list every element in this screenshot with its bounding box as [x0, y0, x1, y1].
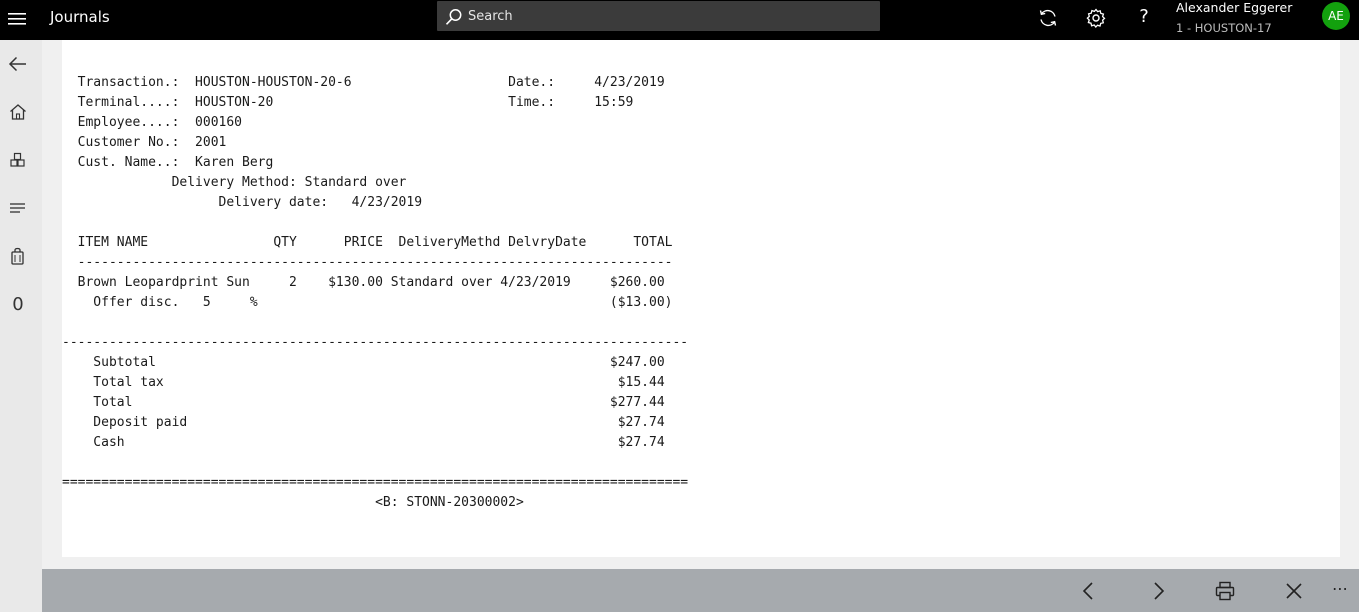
receipt-line: Total $277.44: [62, 395, 665, 410]
products-icon[interactable]: [8, 150, 28, 170]
receipt-line: Terminal....: HOUSTON-20 Time.: 15:59: [62, 95, 634, 110]
print-icon[interactable]: [1214, 580, 1236, 602]
previous-icon[interactable]: [1078, 580, 1100, 602]
receipt-line: <B: STONN-20300002>: [62, 495, 524, 510]
refresh-icon[interactable]: [1036, 6, 1060, 30]
back-arrow-icon[interactable]: [8, 54, 28, 74]
home-icon[interactable]: [8, 102, 28, 122]
top-bar: Journals ? Alexander Eggerer 1 - HOUSTON…: [0, 0, 1359, 40]
receipt-line: Total tax $15.44: [62, 375, 665, 390]
receipt-line: Transaction.: HOUSTON-HOUSTON-20-6 Date.…: [62, 75, 665, 90]
more-icon[interactable]: ⋯: [1332, 579, 1349, 598]
receipt-line: Subtotal $247.00: [62, 355, 665, 370]
receipt-line: Cash $27.74: [62, 435, 665, 450]
zero-icon[interactable]: 0: [8, 294, 28, 315]
avatar[interactable]: AE: [1322, 2, 1350, 30]
left-nav-rail: 0: [0, 40, 42, 612]
gear-icon[interactable]: [1084, 6, 1108, 30]
receipt-line: Cust. Name..: Karen Berg: [62, 155, 274, 170]
receipt-line: ========================================…: [62, 475, 689, 490]
receipt-line: Delivery Method: Standard over: [62, 175, 407, 190]
receipt-line: Offer disc. 5 % ($13.00): [62, 295, 673, 310]
receipt-line: Employee....: 000160: [62, 115, 243, 130]
receipt-line: [62, 313, 688, 333]
receipt-line: ----------------------------------------…: [62, 255, 673, 270]
next-icon[interactable]: [1147, 580, 1169, 602]
receipt-line: ----------------------------------------…: [62, 335, 689, 350]
help-icon[interactable]: ?: [1132, 6, 1156, 30]
user-store: 1 - HOUSTON-17: [1176, 21, 1272, 35]
close-icon[interactable]: [1283, 580, 1305, 602]
receipt-line: Delivery date: 4/23/2019: [62, 195, 423, 210]
receipt-line: Deposit paid $27.74: [62, 415, 665, 430]
search-input[interactable]: [468, 9, 848, 24]
hamburger-icon[interactable]: [8, 8, 28, 32]
receipt-line: [62, 213, 688, 233]
receipt-view: Transaction.: HOUSTON-HOUSTON-20-6 Date.…: [62, 40, 1340, 557]
bag-icon[interactable]: [8, 246, 28, 266]
search-box[interactable]: [437, 1, 880, 31]
app-title: Journals: [50, 8, 110, 26]
receipt-text: Transaction.: HOUSTON-HOUSTON-20-6 Date.…: [62, 73, 688, 513]
receipt-line: ITEM NAME QTY PRICE DeliveryMethd Delvry…: [62, 235, 673, 250]
receipt-line: [62, 453, 688, 473]
receipt-line: Customer No.: 2001: [62, 135, 227, 150]
user-name: Alexander Eggerer: [1176, 0, 1293, 15]
search-icon: [445, 9, 462, 25]
list-icon[interactable]: [8, 198, 28, 218]
bottom-app-bar: ⋯: [42, 569, 1359, 612]
receipt-line: Brown Leopardprint Sun 2 $130.00 Standar…: [62, 275, 665, 290]
